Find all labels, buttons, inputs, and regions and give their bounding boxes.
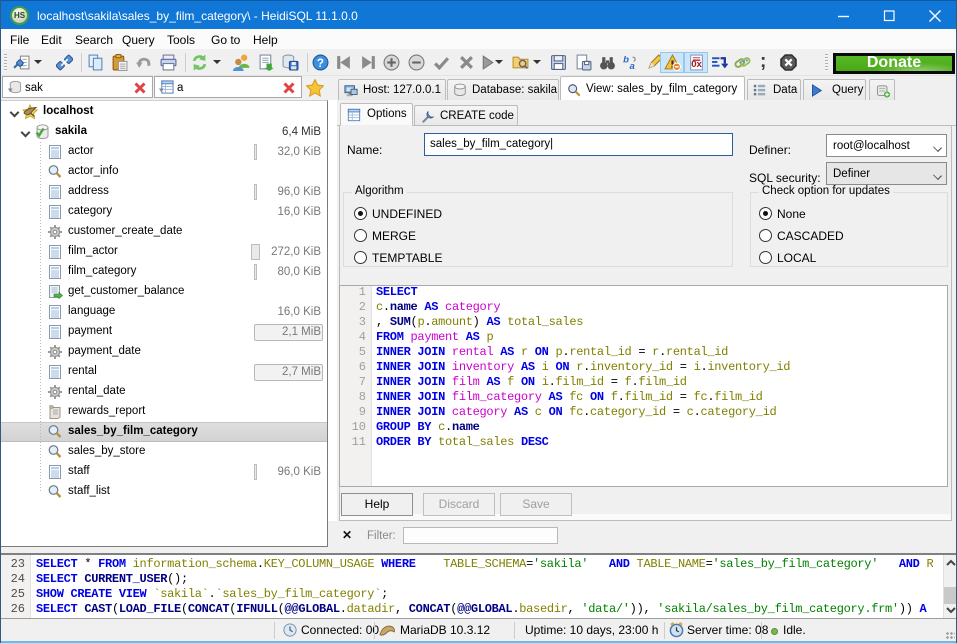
svg-text:a: a [629,61,635,71]
svg-text:b: b [623,55,629,66]
svg-text:?: ? [317,57,324,70]
